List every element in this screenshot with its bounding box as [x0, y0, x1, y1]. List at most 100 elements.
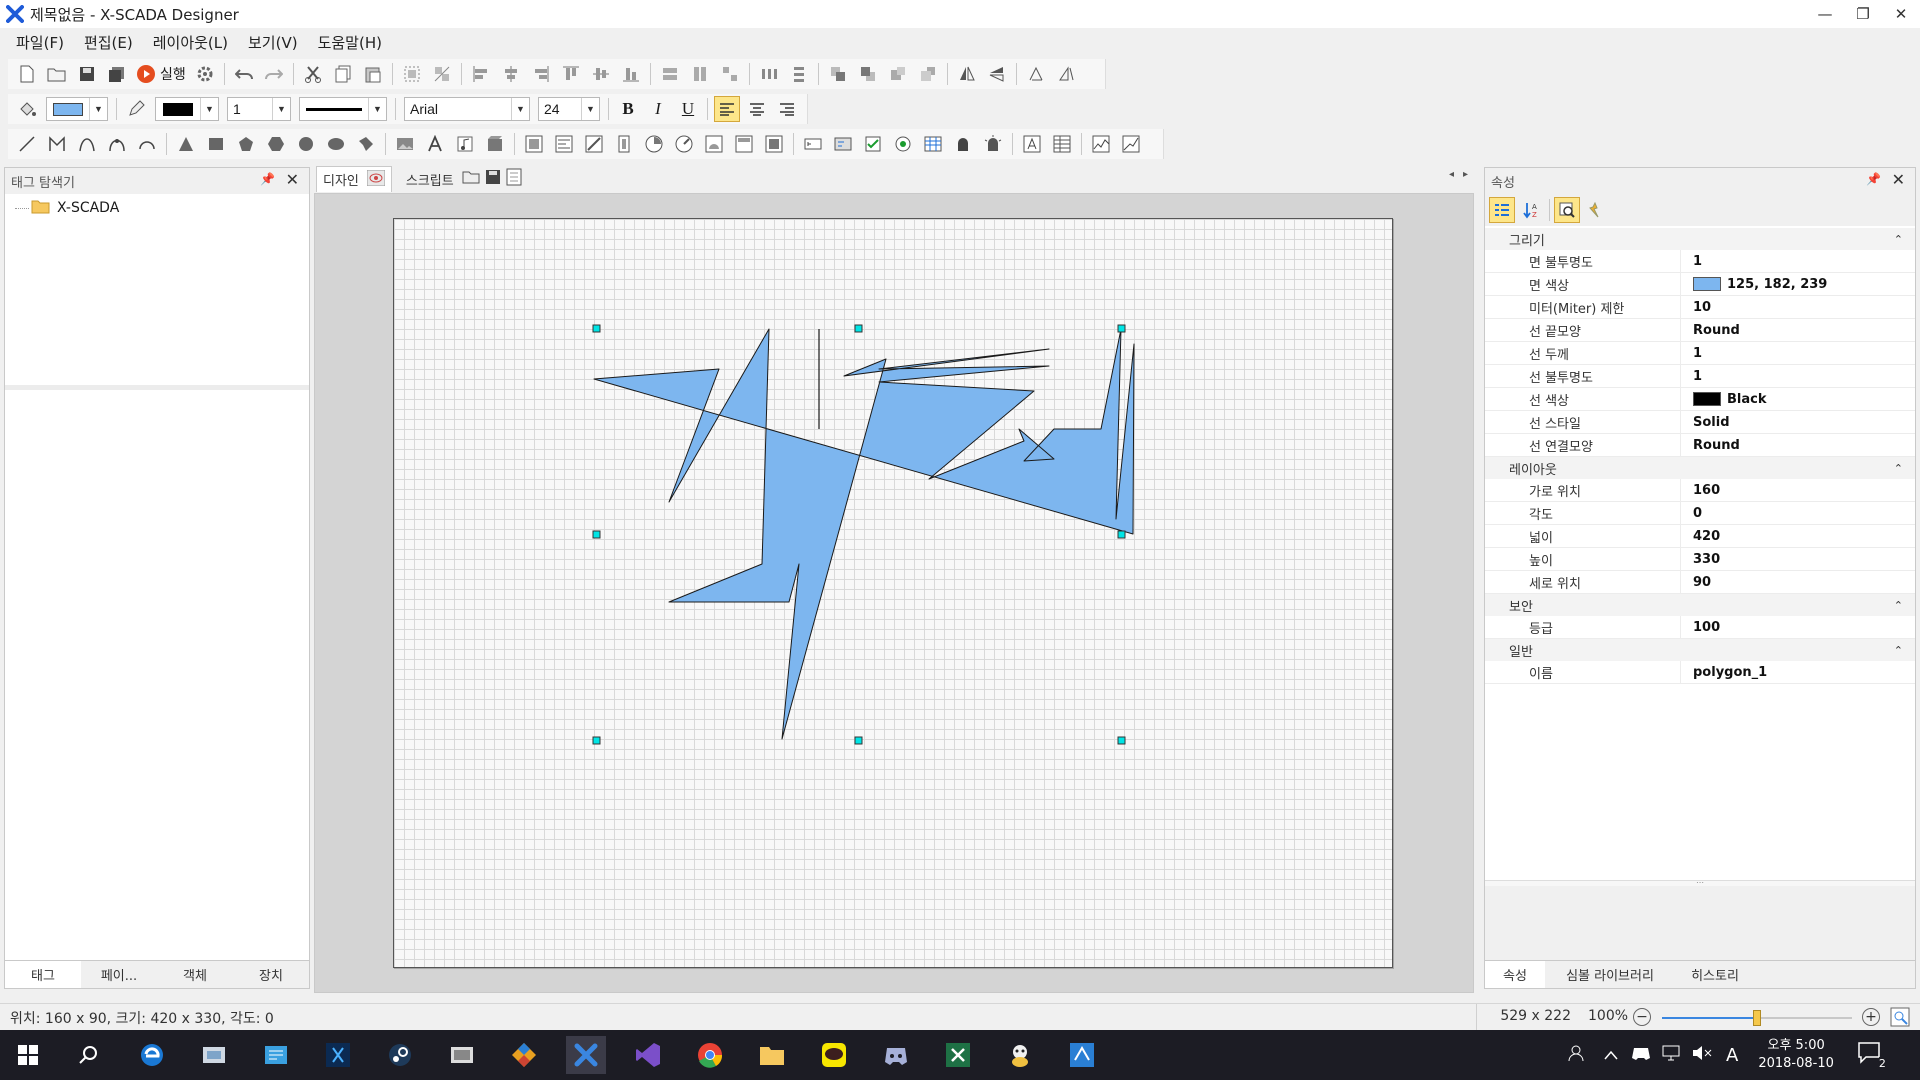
- chrome-icon[interactable]: [690, 1036, 730, 1074]
- resize-handle-ne[interactable]: [1117, 324, 1126, 333]
- bold-button[interactable]: B: [615, 96, 641, 122]
- open-folder-icon[interactable]: [462, 170, 480, 188]
- property-row[interactable]: 면 색상 125, 182, 239: [1485, 273, 1915, 296]
- run-button[interactable]: 실행: [136, 63, 186, 85]
- italic-button[interactable]: I: [645, 96, 671, 122]
- cut-icon[interactable]: [302, 63, 324, 85]
- textbox-control-icon[interactable]: [802, 133, 824, 155]
- zoom-slider-thumb[interactable]: [1753, 1010, 1761, 1026]
- paste-icon[interactable]: [362, 63, 384, 85]
- triangle-tool-icon[interactable]: [175, 133, 197, 155]
- component-5-icon[interactable]: [643, 133, 665, 155]
- curve-tool-icon[interactable]: [76, 133, 98, 155]
- pin-icon[interactable]: 📌: [1866, 172, 1881, 186]
- undo-icon[interactable]: [233, 63, 255, 85]
- align-center-icon[interactable]: [500, 63, 522, 85]
- send-backward-icon[interactable]: [917, 63, 939, 85]
- zoom-slider[interactable]: [1662, 1010, 1852, 1026]
- property-row[interactable]: 등급 100: [1485, 616, 1915, 639]
- tray-expand-icon[interactable]: [1604, 1046, 1618, 1064]
- app-icon-6[interactable]: [1062, 1036, 1102, 1074]
- line-color-picker[interactable]: ▼: [155, 97, 219, 121]
- open-folder-icon[interactable]: [46, 63, 68, 85]
- pencil-icon[interactable]: [125, 98, 147, 120]
- discord-tray-icon[interactable]: [1632, 1046, 1650, 1064]
- label-control-icon[interactable]: [1021, 133, 1043, 155]
- resize-handle-w[interactable]: [592, 530, 601, 539]
- line-width-select[interactable]: 1 ▼: [227, 97, 291, 121]
- resize-handle-e[interactable]: [1117, 530, 1126, 539]
- ime-indicator[interactable]: A: [1726, 1045, 1738, 1066]
- video-tool-icon[interactable]: [484, 133, 506, 155]
- fill-bucket-icon[interactable]: [16, 98, 38, 120]
- ungroup-icon[interactable]: [431, 63, 453, 85]
- visual-studio-icon[interactable]: [628, 1036, 668, 1074]
- volume-muted-icon[interactable]: [1692, 1045, 1712, 1065]
- pentagon-tool-icon[interactable]: [235, 133, 257, 155]
- component-7-icon[interactable]: [703, 133, 725, 155]
- close-button[interactable]: ✕: [1882, 0, 1920, 28]
- component-1-icon[interactable]: [523, 133, 545, 155]
- group-icon[interactable]: [401, 63, 423, 85]
- same-size-icon[interactable]: [719, 63, 741, 85]
- align-middle-icon[interactable]: [590, 63, 612, 85]
- bring-front-icon[interactable]: [827, 63, 849, 85]
- app-icon-4[interactable]: [442, 1036, 482, 1074]
- people-icon[interactable]: [1568, 1043, 1588, 1067]
- git-icon[interactable]: [504, 1036, 544, 1074]
- save-icon[interactable]: [485, 170, 500, 188]
- tab-script[interactable]: 스크립트: [400, 166, 528, 192]
- xscada-taskbar-icon[interactable]: [566, 1036, 606, 1074]
- line-style-select[interactable]: ▼: [299, 97, 387, 121]
- clock[interactable]: 오후 5:00 2018-08-10: [1758, 1037, 1834, 1073]
- same-height-icon[interactable]: [689, 63, 711, 85]
- save-icon[interactable]: [76, 63, 98, 85]
- tab-tags[interactable]: 태그: [5, 961, 81, 988]
- tab-pages[interactable]: 페이...: [81, 961, 157, 988]
- menu-layout[interactable]: 레이아웃(L): [143, 32, 238, 53]
- button-control-icon[interactable]: [832, 133, 854, 155]
- category-general[interactable]: 일반 ⌃: [1485, 639, 1915, 661]
- polyline-tool-icon[interactable]: [46, 133, 68, 155]
- tab-devices[interactable]: 장치: [233, 961, 309, 988]
- align-left-icon[interactable]: [470, 63, 492, 85]
- align-bottom-icon[interactable]: [620, 63, 642, 85]
- component-4-icon[interactable]: [613, 133, 635, 155]
- new-file-icon[interactable]: [16, 63, 38, 85]
- rotate-right-icon[interactable]: [1055, 63, 1077, 85]
- resize-handle-n[interactable]: [854, 324, 863, 333]
- polygon-1[interactable]: [593, 328, 1135, 740]
- property-row[interactable]: 각도 0: [1485, 502, 1915, 525]
- property-view-icon[interactable]: [1554, 197, 1580, 223]
- property-row[interactable]: 선 연결모양 Round: [1485, 434, 1915, 457]
- bring-forward-icon[interactable]: [887, 63, 909, 85]
- sort-alpha-icon[interactable]: AZ: [1519, 197, 1545, 223]
- grid-control-icon[interactable]: [922, 133, 944, 155]
- tab-properties[interactable]: 속성: [1485, 961, 1545, 988]
- circle-tool-icon[interactable]: [295, 133, 317, 155]
- alarm-siren-icon[interactable]: [982, 133, 1004, 155]
- design-canvas[interactable]: [393, 218, 1393, 968]
- component-8-icon[interactable]: [733, 133, 755, 155]
- category-security[interactable]: 보안 ⌃: [1485, 594, 1915, 616]
- restore-button[interactable]: ❐: [1844, 0, 1882, 28]
- property-row[interactable]: 이름 polygon_1: [1485, 661, 1915, 684]
- tab-objects[interactable]: 객체: [157, 961, 233, 988]
- menu-edit[interactable]: 편집(E): [74, 32, 143, 53]
- distribute-horizontal-icon[interactable]: [758, 63, 780, 85]
- trend-chart-icon[interactable]: [1090, 133, 1112, 155]
- resize-handle-sw[interactable]: [592, 736, 601, 745]
- app-icon-3[interactable]: [318, 1036, 358, 1074]
- image-tool-icon[interactable]: [394, 133, 416, 155]
- property-row[interactable]: 선 스타일 Solid: [1485, 411, 1915, 434]
- fill-color-picker[interactable]: ▼: [46, 97, 108, 121]
- bezier-tool-icon[interactable]: [106, 133, 128, 155]
- steam-icon[interactable]: [380, 1036, 420, 1074]
- same-width-icon[interactable]: [659, 63, 681, 85]
- file-explorer-icon[interactable]: [752, 1036, 792, 1074]
- script-page-icon[interactable]: [506, 168, 522, 190]
- property-row[interactable]: 선 불투명도 1: [1485, 365, 1915, 388]
- tab-symbol-library[interactable]: 심볼 라이브러리: [1545, 961, 1675, 988]
- font-family-select[interactable]: Arial ▼: [404, 97, 530, 121]
- resize-handle-nw[interactable]: [592, 324, 601, 333]
